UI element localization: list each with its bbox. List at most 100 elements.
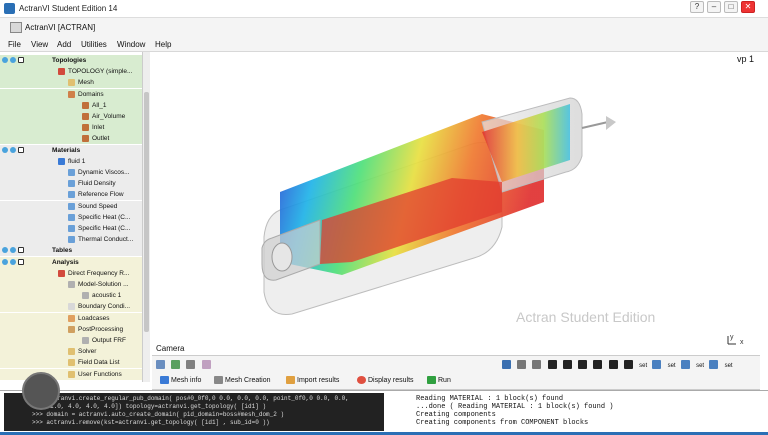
tree-node-icon <box>58 157 65 165</box>
tree-item[interactable]: Specific Heat (C... <box>0 211 142 223</box>
render-icon[interactable] <box>10 146 16 153</box>
checkbox[interactable] <box>18 57 24 63</box>
zoom-icon[interactable] <box>502 360 511 370</box>
mesh-icon[interactable] <box>171 360 181 370</box>
menu-utilities[interactable]: Utilities <box>81 40 107 49</box>
tree-item[interactable]: Boundary Condi... <box>0 301 142 313</box>
axis-icon[interactable] <box>532 360 542 370</box>
tree-item[interactable]: All_1 <box>0 99 142 111</box>
tree-item[interactable]: Thermal Conduct... <box>0 234 142 246</box>
tree-item[interactable]: Solver <box>0 346 142 358</box>
menu-add[interactable]: Add <box>57 40 71 49</box>
view-iso-icon[interactable] <box>623 360 633 370</box>
tree-node-icon <box>68 90 75 98</box>
tree-item[interactable]: Topologies <box>0 55 142 66</box>
render-icon[interactable] <box>10 57 16 63</box>
tree-item[interactable]: Reference Flow <box>0 189 142 201</box>
tree-item[interactable]: Loadcases <box>0 312 142 324</box>
set-1-icon[interactable] <box>652 360 662 370</box>
tree-item[interactable]: Field Data List <box>0 357 142 369</box>
menu-help[interactable]: Help <box>155 40 171 49</box>
view-right-icon[interactable] <box>593 360 603 370</box>
svg-text:y: y <box>730 334 734 341</box>
tree-node-icon <box>82 135 89 143</box>
tree-item-label: Materials <box>52 146 81 154</box>
minimize-button[interactable]: – <box>707 1 721 13</box>
tree-item-label: Specific Heat (C... <box>78 225 131 232</box>
tree-item[interactable]: fluid 1 <box>0 155 142 167</box>
visibility-icon[interactable] <box>2 247 8 254</box>
help-button[interactable]: ? <box>690 1 704 13</box>
set-button-1[interactable]: set <box>639 363 647 369</box>
node-icon[interactable] <box>186 360 196 370</box>
render-icon[interactable] <box>10 247 16 254</box>
tree-item[interactable]: Tables <box>0 245 142 257</box>
tree-item[interactable]: Direct Frequency R... <box>0 267 142 279</box>
tab-mesh-creation[interactable]: Mesh Creation <box>214 376 271 384</box>
set-2-icon[interactable] <box>680 360 690 370</box>
visibility-icon[interactable] <box>2 146 8 153</box>
visibility-icon[interactable] <box>2 57 8 63</box>
tree-item-label: Sound Speed <box>78 202 118 210</box>
tree-node-icon <box>68 225 75 232</box>
menu-file[interactable]: File <box>8 40 21 49</box>
console-line: >>> actranvi.create_regular_pub_domain( … <box>32 395 349 402</box>
tree-item[interactable]: Sound Speed <box>0 200 142 212</box>
tree-item[interactable]: Air_Volume <box>0 111 142 122</box>
tree-item[interactable]: acoustic 1 <box>0 290 142 302</box>
python-console[interactable]: >>> actranvi.create_regular_pub_domain( … <box>4 393 384 431</box>
tree-node-icon <box>68 359 75 367</box>
tree-item-label: TOPOLOGY (simple... <box>68 68 133 76</box>
app-icon <box>4 3 15 14</box>
tree-item-label: Domains <box>78 90 104 98</box>
set-button-2[interactable]: set <box>668 363 676 369</box>
tree-node-icon <box>68 314 75 322</box>
tree-item[interactable]: Inlet <box>0 122 142 134</box>
close-button[interactable]: ✕ <box>741 1 755 13</box>
element-icon[interactable] <box>201 360 211 370</box>
tree-item[interactable]: PostProcessing <box>0 323 142 335</box>
log-output: Reading MATERIAL : 1 block(s) found ...do… <box>388 393 756 431</box>
tree-item-label: Loadcases <box>78 314 110 322</box>
view-front-icon[interactable] <box>547 360 557 370</box>
tab-run[interactable]: Run <box>427 376 451 384</box>
tree-node-icon <box>68 281 75 288</box>
view-top-icon[interactable] <box>608 360 618 370</box>
tree-item[interactable]: Mesh <box>0 77 142 89</box>
tree-item[interactable]: Specific Heat (C... <box>0 223 142 234</box>
checkbox[interactable] <box>18 146 24 153</box>
checkbox[interactable] <box>18 258 24 265</box>
tab-display-results[interactable]: Display results <box>357 376 414 384</box>
set-button-4[interactable]: set <box>725 363 733 369</box>
rotate-icon[interactable] <box>517 360 527 370</box>
menu-view[interactable]: View <box>31 40 48 49</box>
tab-mesh-info[interactable]: Mesh info <box>160 376 201 384</box>
tree-item[interactable]: Outlet <box>0 133 142 145</box>
maximize-button[interactable]: □ <box>724 1 738 13</box>
tree-item[interactable]: Analysis <box>0 256 142 268</box>
checkbox[interactable] <box>18 247 24 254</box>
document-title: ActranVI [ACTRAN] <box>25 23 96 32</box>
tree-item[interactable]: User Functions <box>0 368 142 380</box>
view-left-icon[interactable] <box>578 360 588 370</box>
tree-scroll-thumb[interactable] <box>144 92 149 332</box>
lens-search-icon[interactable] <box>22 372 60 410</box>
set-button-3[interactable]: set <box>696 363 704 369</box>
3d-viewport[interactable]: vp 1 y x Actran Student Edition Camera <box>152 52 760 355</box>
tree-item[interactable]: Fluid Density <box>0 178 142 190</box>
tree-item[interactable]: Domains <box>0 88 142 100</box>
magnifier-icon <box>160 376 169 384</box>
tree-item[interactable]: Model-Solution ... <box>0 279 142 290</box>
select-icon[interactable] <box>156 360 165 370</box>
tree-item[interactable]: Dynamic Viscos... <box>0 167 142 178</box>
set-3-icon[interactable] <box>709 360 719 370</box>
tree-item[interactable]: TOPOLOGY (simple... <box>0 66 142 78</box>
tree-scrollbar[interactable] <box>142 52 150 382</box>
render-icon[interactable] <box>10 258 16 265</box>
tree-item[interactable]: Output FRF <box>0 335 142 346</box>
menu-window[interactable]: Window <box>117 40 145 49</box>
view-back-icon[interactable] <box>562 360 572 370</box>
tree-item[interactable]: Materials <box>0 144 142 156</box>
visibility-icon[interactable] <box>2 258 8 265</box>
tab-import-results[interactable]: Import results <box>286 376 339 384</box>
